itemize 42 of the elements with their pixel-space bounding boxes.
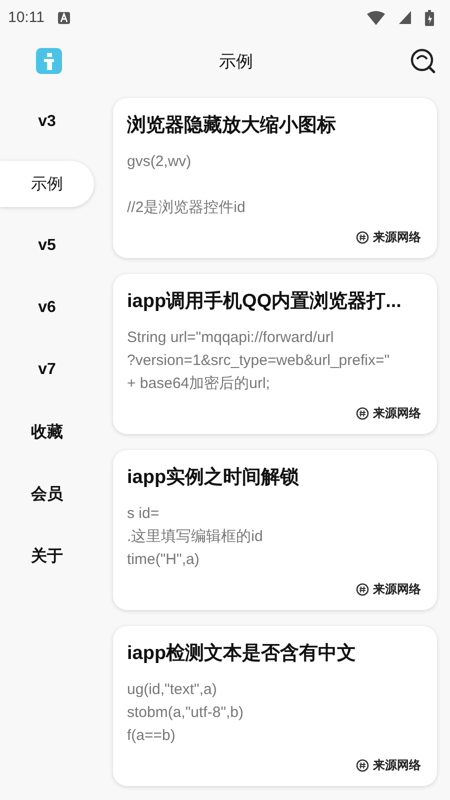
code-line: f(a==b) bbox=[127, 726, 176, 746]
article-card[interactable]: iapp实例之时间解锁 s id= .这里填写编辑框的id time("H",a) 来源网络 bbox=[113, 450, 437, 610]
code-line: gvs(2,wv) bbox=[127, 152, 192, 172]
status-time: 10:11 bbox=[8, 9, 44, 26]
sidebar-item[interactable]: v5 bbox=[0, 223, 94, 269]
search-icon[interactable] bbox=[410, 48, 436, 74]
code-line: .这里填写编辑框的id bbox=[127, 527, 264, 547]
code-line: time("H",a) bbox=[127, 550, 200, 570]
code-line: + base64加密后的url; bbox=[127, 374, 271, 394]
code-line: String url="mqqapi://forward/url bbox=[127, 328, 335, 348]
hashtag-icon bbox=[356, 583, 369, 596]
source-label: 来源网络 bbox=[373, 757, 421, 774]
notification-icon bbox=[58, 12, 70, 24]
code-line: //2是浏览器控件id bbox=[127, 198, 246, 218]
source-label: 来源网络 bbox=[373, 229, 421, 246]
sidebar-item[interactable]: 示例 bbox=[0, 161, 94, 207]
card-title: iapp检测文本是否含有中文 bbox=[127, 642, 358, 666]
card-title: 浏览器隐藏放大缩小图标 bbox=[127, 114, 337, 138]
battery-icon bbox=[425, 10, 434, 26]
code-line: ug(id,"text",a) bbox=[127, 680, 218, 700]
hashtag-icon bbox=[356, 759, 369, 772]
source-label: 来源网络 bbox=[373, 405, 421, 422]
sidebar-item[interactable]: v6 bbox=[0, 285, 94, 331]
article-card[interactable]: 浏览器隐藏放大缩小图标 gvs(2,wv) //2是浏览器控件id 来源网络 bbox=[113, 98, 437, 258]
sidebar-item[interactable]: 关于 bbox=[0, 533, 94, 579]
signal-icon bbox=[399, 11, 411, 24]
sidebar-item[interactable]: v7 bbox=[0, 347, 94, 393]
article-card[interactable]: iapp检测文本是否含有中文 ug(id,"text",a) stobm(a,"utf-8",b) f(a==b) 来源网络 bbox=[113, 626, 437, 786]
code-line: s id= bbox=[127, 504, 160, 524]
code-line: ?version=1&src_type=web&url_prefix=" bbox=[127, 351, 391, 371]
card-title: iapp调用手机QQ内置浏览器打... bbox=[127, 290, 402, 314]
page-title: 示例 bbox=[219, 50, 253, 72]
code-line: stobm(a,"utf-8",b) bbox=[127, 703, 245, 723]
hashtag-icon bbox=[356, 407, 369, 420]
sidebar-item[interactable]: 收藏 bbox=[0, 409, 94, 455]
sidebar-item[interactable]: v3 bbox=[0, 99, 94, 145]
article-card[interactable]: iapp调用手机QQ内置浏览器打... String url="mqqapi://forward/url ?version=1&src_type=web&url_prefix=" + base64加密后的url; 来源网络 bbox=[113, 274, 437, 434]
card-title: iapp实例之时间解锁 bbox=[127, 466, 300, 490]
sidebar-item[interactable]: 会员 bbox=[0, 471, 94, 517]
source-label: 来源网络 bbox=[373, 581, 421, 598]
wifi-icon bbox=[367, 10, 385, 24]
hashtag-icon bbox=[356, 231, 369, 244]
